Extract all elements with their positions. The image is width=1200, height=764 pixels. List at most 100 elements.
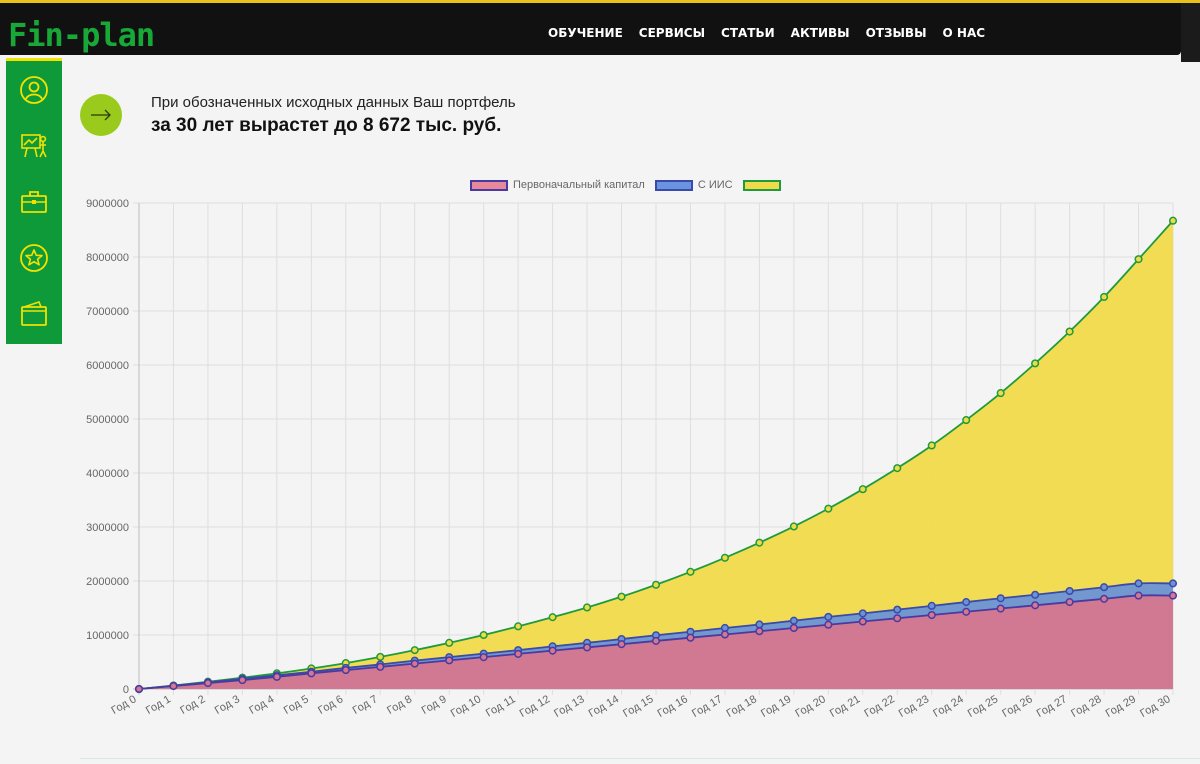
series-total-point[interactable]	[996, 389, 1005, 398]
series-initial-capital-point[interactable]	[307, 669, 316, 678]
x-tick-label: Год 19	[759, 693, 793, 720]
series-total-point[interactable]	[617, 592, 626, 601]
series-initial-capital-point[interactable]	[858, 617, 867, 626]
series-total-point[interactable]	[514, 622, 523, 631]
x-tick-label: Год 28	[1069, 693, 1103, 720]
x-tick-label: Год 17	[690, 693, 724, 720]
series-iis-point[interactable]	[996, 594, 1005, 603]
series-total-point[interactable]	[583, 603, 592, 612]
series-total-point[interactable]	[1100, 292, 1109, 302]
series-iis-point[interactable]	[962, 598, 971, 607]
series-total-point[interactable]	[720, 553, 729, 562]
series-initial-capital-point[interactable]	[927, 610, 936, 620]
series-iis-point[interactable]	[1134, 579, 1143, 588]
series-initial-capital-point[interactable]	[203, 679, 212, 688]
y-tick-label: 7000000	[86, 306, 129, 318]
series-total-point[interactable]	[1065, 327, 1074, 336]
y-tick-label: 1000000	[86, 630, 129, 642]
series-initial-capital-point[interactable]	[514, 649, 523, 658]
series-initial-capital-point[interactable]	[583, 643, 592, 652]
x-tick-label: Год 14	[587, 693, 621, 720]
series-iis-point[interactable]	[789, 616, 798, 625]
x-tick-label: Год 1	[144, 693, 173, 717]
series-initial-capital-point[interactable]	[893, 614, 902, 623]
x-tick-label: Год 10	[449, 693, 483, 720]
series-initial-capital-point[interactable]	[1168, 591, 1178, 600]
series-total-point[interactable]	[962, 416, 971, 425]
series-total-point[interactable]	[651, 580, 661, 589]
series-initial-capital-point[interactable]	[445, 656, 454, 665]
series-total-point[interactable]	[479, 630, 488, 640]
series-initial-capital-point[interactable]	[755, 627, 764, 636]
series-initial-capital-point[interactable]	[1065, 598, 1074, 607]
series-initial-capital-point[interactable]	[169, 681, 178, 691]
series-iis-point[interactable]	[1168, 579, 1178, 588]
series-iis-point[interactable]	[1065, 586, 1074, 596]
series-initial-capital-point[interactable]	[341, 666, 350, 675]
series-total-point[interactable]	[1134, 255, 1143, 264]
x-tick-label: Год 29	[1104, 693, 1138, 720]
series-total-point[interactable]	[445, 638, 454, 647]
series-total-point[interactable]	[548, 613, 557, 622]
x-tick-label: Год 4	[247, 693, 276, 717]
y-tick-label: 5000000	[86, 414, 129, 426]
series-initial-capital-point[interactable]	[1031, 601, 1040, 610]
series-iis-point[interactable]	[755, 620, 764, 629]
series-iis-point[interactable]	[720, 623, 729, 633]
series-initial-capital-point[interactable]	[617, 640, 626, 649]
series-iis-point[interactable]	[1100, 583, 1109, 592]
series-initial-capital-point[interactable]	[789, 623, 798, 633]
series-initial-capital-point[interactable]	[1100, 594, 1109, 603]
series-total-point[interactable]	[686, 567, 695, 576]
series-total-point[interactable]	[1168, 216, 1178, 225]
series-total-point[interactable]	[893, 464, 902, 473]
x-tick-label: Год 2	[178, 693, 207, 717]
series-total-point[interactable]	[410, 646, 419, 655]
series-total-point[interactable]	[376, 652, 385, 661]
series-total-point[interactable]	[1031, 359, 1040, 368]
series-initial-capital-point[interactable]	[651, 636, 661, 645]
y-tick-label: 6000000	[86, 360, 129, 372]
series-total-point[interactable]	[927, 441, 936, 450]
x-tick-label: Год 9	[420, 693, 449, 717]
x-tick-label: Год 22	[862, 693, 896, 720]
series-total-point[interactable]	[755, 538, 764, 547]
series-initial-capital-point[interactable]	[996, 604, 1005, 613]
series-iis-point[interactable]	[824, 612, 833, 621]
series-initial-capital-point[interactable]	[238, 676, 247, 685]
x-tick-label: Год 11	[484, 693, 518, 719]
series-iis-point[interactable]	[927, 601, 936, 610]
series-initial-capital-point[interactable]	[548, 646, 557, 655]
series-initial-capital-point[interactable]	[376, 662, 385, 671]
series-iis-point[interactable]	[1031, 590, 1040, 599]
y-tick-label: 3000000	[86, 522, 129, 534]
series-iis-point[interactable]	[858, 609, 867, 618]
series-initial-capital-point[interactable]	[720, 630, 729, 639]
x-tick-label: Год 8	[385, 693, 414, 717]
series-initial-capital-point[interactable]	[962, 607, 971, 616]
series-initial-capital-point[interactable]	[479, 653, 488, 662]
series-initial-capital-point[interactable]	[1134, 591, 1143, 600]
series-initial-capital-point[interactable]	[410, 659, 419, 668]
x-tick-label: Год 3	[213, 693, 242, 717]
x-tick-label: Год 24	[931, 693, 965, 720]
y-tick-label: 9000000	[86, 198, 129, 210]
series-initial-capital-point[interactable]	[824, 620, 833, 629]
x-tick-label: Год 0	[109, 693, 138, 717]
x-tick-label: Год 7	[351, 693, 380, 717]
portfolio-growth-chart: 0 1000000 2000000 3000000 4000000 5000000 6000…	[86, 198, 1178, 720]
series-initial-capital-point[interactable]	[272, 672, 281, 681]
y-tick-label: 4000000	[86, 468, 129, 480]
series-total-point[interactable]	[789, 522, 798, 531]
x-tick-label: Год 15	[621, 693, 655, 720]
x-tick-label: Год 27	[1035, 693, 1069, 720]
series-initial-capital-point[interactable]	[134, 684, 144, 694]
y-tick-label: 8000000	[86, 252, 129, 264]
y-tick-label: 0	[123, 684, 129, 696]
series-iis-point[interactable]	[893, 605, 902, 614]
series-initial-capital-point[interactable]	[686, 633, 695, 642]
series-total-point[interactable]	[858, 485, 867, 494]
x-tick-label: Год 26	[1000, 693, 1034, 720]
x-tick-label: Год 30	[1138, 693, 1172, 720]
series-total-point[interactable]	[824, 504, 833, 513]
